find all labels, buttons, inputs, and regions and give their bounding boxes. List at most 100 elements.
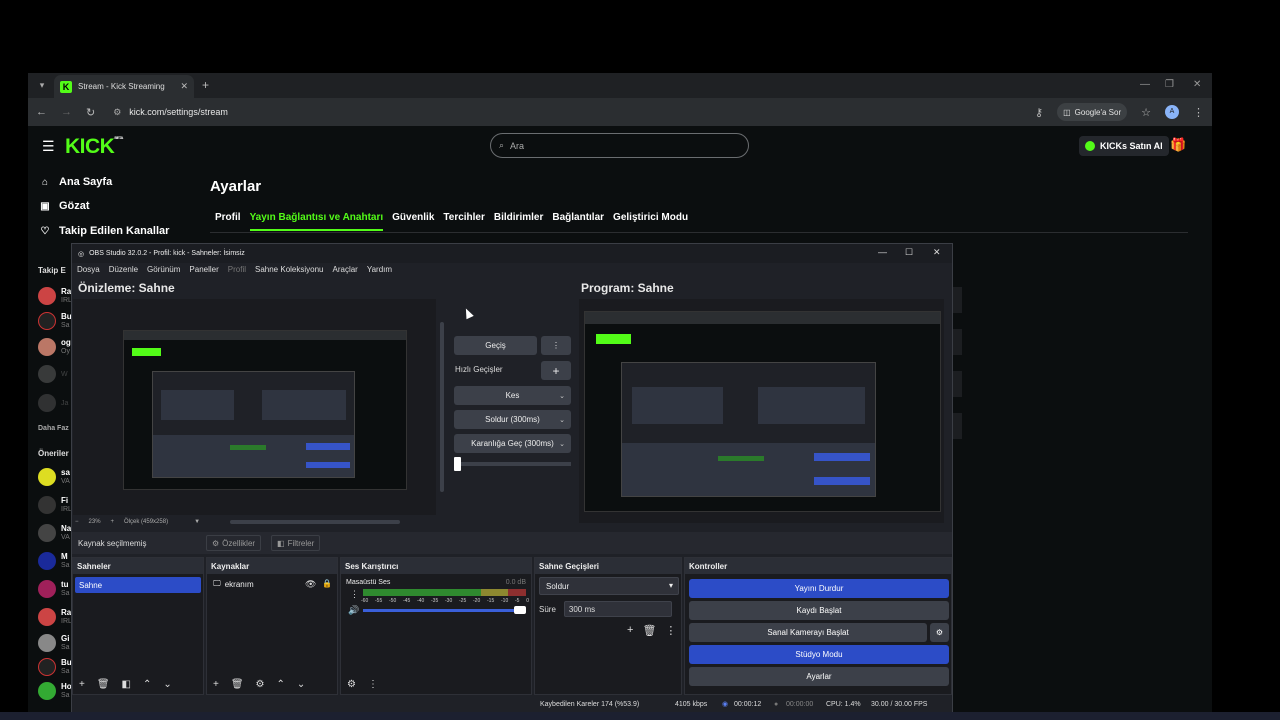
tab-stream-key[interactable]: Yayın Bağlantısı ve Anahtarı bbox=[249, 212, 384, 231]
password-key-icon[interactable]: ⚷ bbox=[1035, 106, 1043, 119]
preview-scrollbar[interactable] bbox=[440, 322, 444, 492]
move-down-icon[interactable]: ⌄ bbox=[297, 679, 305, 690]
buy-kicks-button[interactable]: KICKs Satın Al bbox=[1079, 136, 1169, 156]
recommended-header: Öneriler bbox=[38, 449, 69, 458]
browse-more-link[interactable]: Daha Faz bbox=[38, 425, 69, 432]
quick-transition-fade-black[interactable]: Karanlığa Geç (300ms) ⌄ bbox=[454, 434, 571, 453]
settings-button[interactable]: Ayarlar bbox=[689, 667, 949, 686]
stop-stream-button[interactable]: Yayını Durdur bbox=[689, 579, 949, 598]
gift-icon[interactable]: 🎁 bbox=[1170, 137, 1186, 153]
obs-minimize-icon[interactable]: — bbox=[878, 247, 887, 257]
tab-notifications[interactable]: Bildirimler bbox=[494, 212, 543, 231]
advanced-audio-icon[interactable]: ⚙ bbox=[347, 679, 356, 690]
move-up-icon[interactable]: ⌃ bbox=[143, 679, 151, 690]
menu-profile[interactable]: Profil bbox=[228, 265, 246, 274]
preview-area[interactable] bbox=[73, 299, 436, 515]
nav-following[interactable]: ♡ Takip Edilen Kanallar bbox=[39, 222, 170, 240]
ask-google-label: Google'a Sor bbox=[1074, 107, 1122, 117]
start-virtual-camera-button[interactable]: Sanal Kamerayı Başlat bbox=[689, 623, 927, 642]
obs-close-icon[interactable]: ✕ bbox=[933, 247, 941, 258]
tab-connections[interactable]: Bağlantılar bbox=[552, 212, 604, 231]
mixer-menu-icon[interactable]: ⋮ bbox=[368, 679, 378, 690]
filters-button[interactable]: ◧ Filtreler bbox=[271, 535, 321, 551]
properties-button[interactable]: ⚙ Özellikler bbox=[206, 535, 262, 551]
obs-logo-icon: ◎ bbox=[78, 250, 85, 258]
kick-logo[interactable]: KICKBETA bbox=[65, 135, 123, 159]
add-quick-transition-icon[interactable]: + bbox=[541, 361, 571, 380]
studio-mode-button[interactable]: Stüdyo Modu bbox=[689, 645, 949, 664]
duration-input[interactable]: 300 ms bbox=[563, 601, 672, 617]
transition-select[interactable]: Soldur ▾ bbox=[539, 577, 679, 595]
eye-icon[interactable]: 👁 bbox=[305, 579, 316, 590]
menu-docks[interactable]: Paneller bbox=[189, 265, 218, 274]
background-panel bbox=[952, 371, 962, 397]
menu-scene-collection[interactable]: Sahne Koleksiyonu bbox=[255, 265, 324, 274]
trash-icon[interactable]: 🗑 bbox=[231, 679, 244, 690]
tab-preferences[interactable]: Tercihler bbox=[443, 212, 485, 231]
add-icon[interactable]: + bbox=[627, 624, 633, 637]
nav-following-label: Takip Edilen Kanallar bbox=[59, 225, 170, 237]
reload-icon[interactable]: ↻ bbox=[86, 106, 95, 119]
tbar-handle[interactable] bbox=[454, 457, 461, 471]
start-recording-button[interactable]: Kaydı Başlat bbox=[689, 601, 949, 620]
horizontal-scrollbar[interactable] bbox=[230, 520, 401, 524]
quick-transition-cut[interactable]: Kes ⌄ bbox=[454, 386, 571, 405]
bookmark-star-icon[interactable]: ☆ bbox=[1141, 106, 1151, 119]
menu-file[interactable]: Dosya bbox=[77, 265, 100, 274]
volume-handle[interactable] bbox=[514, 606, 526, 614]
chevron-down-icon: ⌄ bbox=[559, 392, 565, 400]
menu-tools[interactable]: Araçlar bbox=[333, 265, 358, 274]
nav-browse[interactable]: ▣ Gözat bbox=[39, 197, 89, 215]
cpu-usage: CPU: 1.4% bbox=[826, 700, 861, 708]
volume-slider[interactable] bbox=[363, 609, 526, 612]
vcam-settings-icon[interactable]: ⚙ bbox=[930, 623, 949, 642]
transition-button[interactable]: Geçiş bbox=[454, 336, 537, 355]
tab-developer[interactable]: Geliştirici Modu bbox=[613, 212, 688, 231]
site-settings-icon[interactable]: ⚙ bbox=[113, 107, 121, 118]
tab-profile[interactable]: Profil bbox=[215, 212, 241, 231]
profile-avatar[interactable]: A bbox=[1165, 105, 1179, 119]
add-icon[interactable]: + bbox=[79, 679, 85, 690]
zoom-out-icon[interactable]: − bbox=[75, 519, 79, 525]
search-input[interactable]: ⌕ Ara bbox=[490, 133, 749, 158]
menu-help[interactable]: Yardım bbox=[367, 265, 392, 274]
speaker-icon[interactable]: 🔊 bbox=[348, 605, 359, 616]
filter-icon[interactable]: ◧ bbox=[122, 679, 131, 690]
source-item[interactable]: 🖵 ekranım bbox=[213, 579, 254, 589]
gear-icon[interactable]: ⚙ bbox=[256, 679, 265, 690]
dropped-frames: Kaybedilen Kareler 174 (%53.9) bbox=[540, 700, 640, 708]
forward-icon[interactable]: → bbox=[61, 106, 72, 118]
close-tab-icon[interactable]: ✕ bbox=[180, 81, 188, 92]
move-up-icon[interactable]: ⌃ bbox=[277, 679, 285, 690]
mixer-options-icon[interactable]: ⋮ bbox=[350, 589, 359, 600]
trash-icon[interactable]: 🗑 bbox=[97, 679, 110, 690]
zoom-in-icon[interactable]: + bbox=[111, 519, 115, 525]
hamburger-menu-icon[interactable]: ☰ bbox=[42, 138, 55, 155]
lock-icon[interactable]: 🔒 bbox=[322, 579, 332, 588]
scene-item[interactable]: Sahne bbox=[75, 577, 201, 593]
minimize-icon[interactable]: — bbox=[1140, 79, 1150, 90]
url-field[interactable]: ⚙ kick.com/settings/stream bbox=[109, 102, 1021, 122]
obs-titlebar: ◎ OBS Studio 32.0.2 - Profil: kick - Sah… bbox=[72, 244, 952, 263]
menu-edit[interactable]: Düzenle bbox=[109, 265, 138, 274]
add-icon[interactable]: + bbox=[213, 679, 219, 690]
menu-view[interactable]: Görünüm bbox=[147, 265, 180, 274]
transition-options-icon[interactable]: ⋮ bbox=[541, 336, 571, 355]
ask-google-button[interactable]: ◫ Google'a Sor bbox=[1057, 103, 1128, 121]
scale-dropdown-icon[interactable]: ▼ bbox=[194, 519, 200, 525]
tab-security[interactable]: Güvenlik bbox=[392, 212, 434, 231]
options-icon[interactable]: ⋮ bbox=[665, 624, 676, 637]
obs-maximize-icon[interactable]: ☐ bbox=[905, 247, 913, 258]
trash-icon[interactable]: 🗑 bbox=[642, 624, 656, 637]
quick-transition-fade[interactable]: Soldur (300ms) ⌄ bbox=[454, 410, 571, 429]
tbar-slider[interactable] bbox=[454, 462, 571, 466]
browser-tab[interactable]: K Stream - Kick Streaming ✕ bbox=[54, 75, 194, 98]
menu-dots-icon[interactable]: ⋮ bbox=[1193, 106, 1204, 119]
tab-search-icon[interactable]: ▾ bbox=[34, 77, 50, 93]
back-icon[interactable]: ← bbox=[36, 106, 47, 118]
move-down-icon[interactable]: ⌄ bbox=[163, 679, 171, 690]
close-window-icon[interactable]: ✕ bbox=[1193, 79, 1201, 90]
new-tab-icon[interactable]: + bbox=[202, 78, 209, 92]
restore-icon[interactable]: ❐ bbox=[1165, 79, 1174, 90]
nav-home[interactable]: ⌂ Ana Sayfa bbox=[39, 173, 112, 191]
